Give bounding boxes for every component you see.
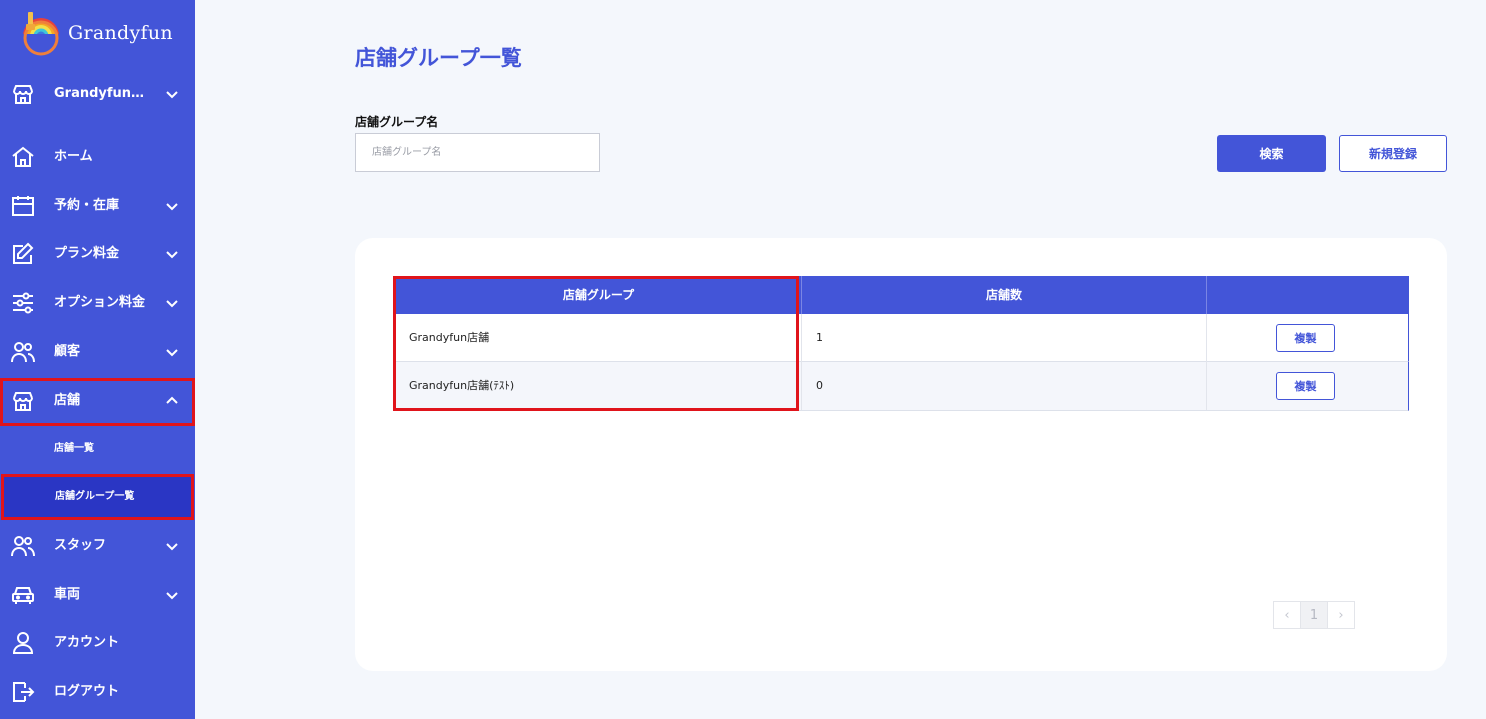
sidebar-item-label: スタッフ [54, 538, 107, 553]
column-divider [1206, 314, 1207, 362]
cell-store-group: Grandyfun店舗(ﾃｽﾄ) [409, 379, 515, 392]
chevron-down-icon [166, 349, 178, 357]
column-header-actions [1206, 276, 1409, 314]
chevron-down-icon [166, 592, 178, 600]
user-icon [12, 632, 34, 654]
sidebar-subitem-store-list[interactable]: 店舗一覧 [0, 426, 195, 472]
sidebar: Grandyfun Grandyfun… ホーム 予約・在庫 プラン料金 オプシ… [0, 0, 195, 719]
cell-store-group: Grandyfun店舗 [409, 331, 490, 344]
chevron-up-icon [166, 396, 178, 404]
page-number-current[interactable]: 1 [1300, 601, 1328, 629]
chevron-down-icon [166, 91, 178, 99]
chevron-down-icon [166, 300, 178, 308]
logout-icon [13, 682, 35, 702]
cell-store-count: 1 [816, 331, 823, 344]
sidebar-item-label: ホーム [54, 149, 93, 164]
sidebar-item-label: 顧客 [54, 344, 81, 359]
users-icon [11, 342, 35, 363]
car-icon [12, 587, 34, 604]
edit-icon [13, 242, 34, 264]
home-icon [12, 146, 34, 167]
store-selector-label: Grandyfun… [54, 86, 145, 101]
sidebar-item-customers[interactable]: 顧客 [0, 329, 195, 375]
sidebar-item-plan-pricing[interactable]: プラン料金 [0, 231, 195, 277]
prev-page-button[interactable]: ‹ [1273, 601, 1301, 629]
store-group-name-input[interactable] [355, 133, 600, 172]
sidebar-item-option-pricing[interactable]: オプション料金 [0, 280, 195, 326]
sidebar-item-logout[interactable]: ログアウト [0, 669, 195, 715]
sidebar-subitem-label: 店舗グループ一覧 [55, 491, 135, 502]
brand-name: Grandyfun [68, 22, 173, 44]
table-row: Grandyfun店舗 1 複製 [396, 314, 1409, 362]
sidebar-item-account[interactable]: アカウント [0, 620, 195, 666]
chevron-down-icon [166, 251, 178, 259]
chevron-down-icon [166, 543, 178, 551]
sidebar-item-label: アカウント [54, 635, 120, 650]
sidebar-item-reservations[interactable]: 予約・在庫 [0, 183, 195, 229]
calendar-icon [12, 196, 34, 216]
column-divider [801, 362, 802, 410]
sliders-icon [13, 292, 33, 314]
search-field-label: 店舗グループ名 [355, 115, 439, 129]
column-divider [1206, 362, 1207, 410]
table-row: Grandyfun店舗(ﾃｽﾄ) 0 複製 [396, 362, 1409, 411]
cell-store-count: 0 [816, 379, 823, 392]
sidebar-item-vehicles[interactable]: 車両 [0, 572, 195, 618]
sidebar-item-label: 店舗 [54, 393, 81, 408]
sidebar-item-label: オプション料金 [54, 295, 146, 310]
search-button[interactable]: 検索 [1217, 135, 1326, 172]
sidebar-subitem-label: 店舗一覧 [54, 443, 94, 454]
new-register-button[interactable]: 新規登録 [1339, 135, 1447, 172]
sidebar-item-label: プラン料金 [54, 246, 120, 261]
duplicate-button[interactable]: 複製 [1276, 324, 1335, 352]
sidebar-item-label: 予約・在庫 [54, 198, 120, 213]
users-icon [11, 536, 35, 557]
next-page-button[interactable]: › [1327, 601, 1355, 629]
pagination: ‹ 1 › [1273, 601, 1355, 629]
sidebar-item-label: ログアウト [54, 684, 120, 699]
sidebar-subitem-store-group-list[interactable]: 店舗グループ一覧 [1, 474, 194, 520]
rainbow-logo-icon [16, 10, 62, 56]
chevron-down-icon [166, 203, 178, 211]
sidebar-item-staff[interactable]: スタッフ [0, 523, 195, 569]
store-selector[interactable]: Grandyfun… [0, 71, 195, 117]
brand-logo[interactable]: Grandyfun [16, 10, 173, 56]
table-header: 店舗グループ 店舗数 [396, 276, 1409, 314]
sidebar-item-home[interactable]: ホーム [0, 134, 195, 180]
sidebar-item-stores[interactable]: 店舗 [0, 378, 195, 426]
duplicate-button[interactable]: 複製 [1276, 372, 1335, 400]
column-divider [801, 314, 802, 362]
store-icon [13, 392, 33, 411]
sidebar-item-label: 車両 [54, 587, 81, 602]
page-title: 店舗グループ一覧 [355, 46, 522, 70]
store-icon [13, 85, 33, 104]
column-header-store-count: 店舗数 [801, 276, 1206, 314]
column-header-store-group: 店舗グループ [562, 288, 635, 302]
